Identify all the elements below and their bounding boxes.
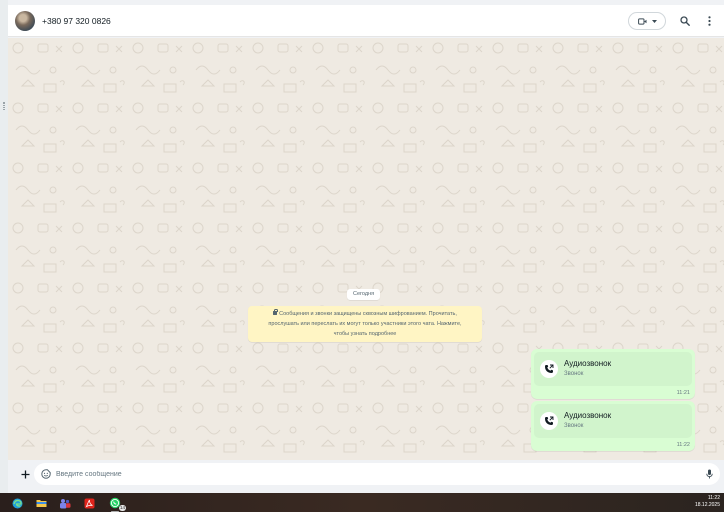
contact-avatar[interactable]: [15, 10, 35, 31]
call-subtitle: Звонок: [564, 371, 584, 377]
plus-icon: [21, 470, 29, 478]
os-taskbar: 14 11:22 18.12.2025: [0, 493, 724, 512]
menu-button[interactable]: [700, 12, 718, 30]
message-input[interactable]: [56, 467, 676, 481]
microphone-icon: [705, 469, 713, 479]
call-title: Аудиозвонок: [564, 359, 612, 368]
unread-badge: 14: [118, 505, 126, 511]
voice-message-button[interactable]: [702, 467, 716, 481]
resize-grip-icon[interactable]: [3, 102, 5, 110]
system-clock[interactable]: 11:22 18.12.2025: [695, 495, 720, 509]
outgoing-call-icon: [540, 412, 558, 430]
call-title: Аудиозвонок: [564, 411, 612, 420]
taskbar-app-edge[interactable]: [10, 496, 24, 510]
call-card[interactable]: Аудиозвонок Звонок: [534, 404, 692, 438]
message-time: 11:22: [676, 442, 690, 448]
search-button[interactable]: [676, 12, 694, 30]
encryption-notice-line2: прослушать или переслать их могут только…: [268, 321, 462, 327]
call-message-bubble[interactable]: Аудиозвонок Звонок 11:22: [531, 401, 695, 451]
message-input-container[interactable]: [34, 463, 720, 485]
video-call-button[interactable]: [628, 12, 666, 30]
clock-date: 18.12.2025: [694, 502, 720, 508]
edge-icon: [12, 498, 22, 508]
taskbar-app-teams[interactable]: [58, 496, 72, 510]
left-resize-strip[interactable]: [0, 0, 8, 493]
composer-bar: [8, 460, 724, 488]
encryption-notice-line3: чтобы узнать подробнее: [333, 331, 397, 337]
taskbar-app-acrobat[interactable]: [82, 496, 96, 510]
sticker-emoji-icon: [41, 469, 51, 479]
more-vertical-icon: [707, 16, 711, 26]
taskbar-app-explorer[interactable]: [34, 496, 48, 510]
taskbar-app-whatsapp[interactable]: 14: [108, 496, 126, 512]
file-explorer-icon: [36, 500, 46, 507]
date-chip: Сегодня: [347, 289, 381, 300]
call-message-bubble[interactable]: Аудиозвонок Звонок 11:21: [531, 349, 695, 399]
chat-header: +380 97 320 0826: [8, 5, 724, 37]
message-time: 11:21: [676, 390, 690, 396]
outgoing-call-icon: [540, 360, 558, 378]
clock-time: 11:22: [707, 495, 720, 501]
encryption-notice[interactable]: Сообщения и звонки защищены сквозным шиф…: [248, 306, 482, 342]
lock-icon: [273, 308, 278, 315]
encryption-notice-line1: Сообщения и звонки защищены сквозным шиф…: [279, 311, 457, 317]
video-camera-icon: [637, 17, 646, 25]
emoji-button[interactable]: [39, 467, 53, 481]
attach-button[interactable]: [18, 467, 32, 481]
call-subtitle: Звонок: [564, 423, 584, 429]
call-card[interactable]: Аудиозвонок Звонок: [534, 352, 692, 386]
chevron-down-icon: [651, 19, 657, 23]
contact-name[interactable]: +380 97 320 0826: [42, 16, 111, 26]
acrobat-icon: [84, 498, 94, 508]
search-icon: [680, 16, 690, 26]
teams-icon: [60, 498, 71, 508]
chat-messages-area[interactable]: Сегодня Сообщения и звонки защищены скво…: [8, 38, 724, 460]
